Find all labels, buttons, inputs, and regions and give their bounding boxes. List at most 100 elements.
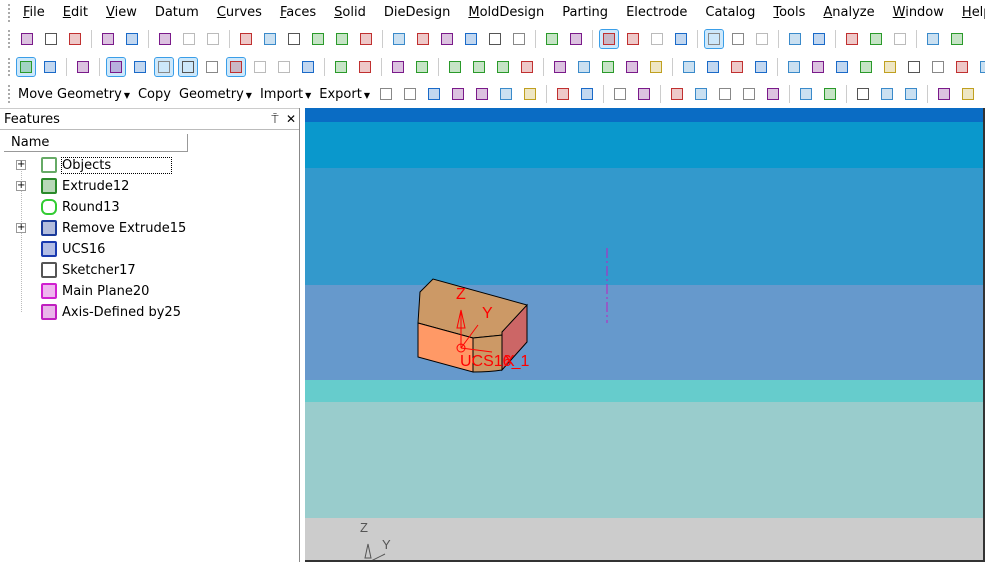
thicken-icon[interactable] xyxy=(878,85,896,103)
g2-icon[interactable] xyxy=(809,58,827,76)
undo-icon[interactable] xyxy=(99,30,117,48)
menu-molddesign[interactable]: MoldDesign xyxy=(459,1,553,25)
tree-item[interactable]: + Objects xyxy=(0,155,300,175)
filter-face-icon[interactable] xyxy=(106,57,126,77)
tree-item[interactable]: Main Plane20 xyxy=(0,281,300,301)
fill-icon[interactable] xyxy=(740,85,758,103)
zoom-in-icon[interactable] xyxy=(285,30,303,48)
menu-help[interactable]: Help xyxy=(953,1,985,25)
wire-purple-icon[interactable] xyxy=(414,30,432,48)
deselect-icon[interactable] xyxy=(41,58,59,76)
wire-icon[interactable] xyxy=(462,30,480,48)
draft-icon[interactable] xyxy=(521,85,539,103)
toolbar-grip[interactable] xyxy=(8,85,10,103)
mirror-icon[interactable] xyxy=(554,85,572,103)
wrap-icon[interactable] xyxy=(728,58,746,76)
save-icon[interactable] xyxy=(66,30,84,48)
zoom-icon[interactable] xyxy=(309,30,327,48)
import-menu[interactable]: Import ▼ xyxy=(260,87,311,102)
view-gray-icon[interactable] xyxy=(891,30,909,48)
open-folder-icon[interactable] xyxy=(42,30,60,48)
project-icon[interactable] xyxy=(680,58,698,76)
dimension-icon[interactable] xyxy=(867,30,885,48)
paint-icon[interactable] xyxy=(948,30,966,48)
light-active-icon[interactable] xyxy=(704,29,724,49)
expand-toggle[interactable]: + xyxy=(16,181,26,191)
rotate-icon[interactable] xyxy=(357,30,375,48)
trim-icon[interactable] xyxy=(575,58,593,76)
bulb-yellow-icon[interactable] xyxy=(729,30,747,48)
split-face-icon[interactable] xyxy=(611,85,629,103)
redo-icon[interactable] xyxy=(123,30,141,48)
tree-item[interactable]: + Remove Extrude15 xyxy=(0,218,300,238)
menu-catalog[interactable]: Catalog xyxy=(696,1,764,25)
loft-icon[interactable] xyxy=(401,85,419,103)
tree-item[interactable]: Sketcher17 xyxy=(0,260,300,280)
arrow-left-icon[interactable] xyxy=(786,30,804,48)
cylinder-icon[interactable] xyxy=(704,58,722,76)
zoom-window-icon[interactable] xyxy=(237,30,255,48)
menu-electrode[interactable]: Electrode xyxy=(617,1,696,25)
patch-icon[interactable] xyxy=(716,85,734,103)
menu-solid[interactable]: Solid xyxy=(325,1,375,25)
copy-button[interactable]: Copy xyxy=(138,87,171,102)
filter-curve-icon[interactable] xyxy=(178,57,198,77)
arrow-right-icon[interactable] xyxy=(810,30,828,48)
zoom-select-icon[interactable] xyxy=(261,30,279,48)
points-icon[interactable] xyxy=(843,30,861,48)
sweep-icon[interactable] xyxy=(377,85,395,103)
menu-datum[interactable]: Datum xyxy=(146,1,208,25)
geometry-menu[interactable]: Geometry ▼ xyxy=(179,87,252,102)
tree-item[interactable]: Axis-Defined by25 xyxy=(0,302,300,322)
filter-gray-2-icon[interactable] xyxy=(275,58,293,76)
menu-tools[interactable]: Tools xyxy=(764,1,814,25)
ruled-icon[interactable] xyxy=(449,85,467,103)
offset-surface-icon[interactable] xyxy=(764,85,782,103)
menu-curves[interactable]: Curves xyxy=(208,1,271,25)
wire-2-icon[interactable] xyxy=(486,30,504,48)
point-icon[interactable] xyxy=(446,58,464,76)
fillet-icon[interactable] xyxy=(551,58,569,76)
tree-item[interactable]: UCS16 xyxy=(0,239,300,259)
g9-icon[interactable] xyxy=(977,58,985,76)
cavity-icon[interactable] xyxy=(902,85,920,103)
extrude-add-2-icon[interactable] xyxy=(821,85,839,103)
select-box-icon[interactable] xyxy=(16,57,36,77)
extend-icon[interactable] xyxy=(599,58,617,76)
view-link-icon[interactable] xyxy=(156,30,174,48)
g4-icon[interactable] xyxy=(857,58,875,76)
column-header-name[interactable]: Name xyxy=(4,134,188,152)
tree-item[interactable]: Round13 xyxy=(0,197,300,217)
filter-surface-icon[interactable] xyxy=(154,57,174,77)
filter-edge-icon[interactable] xyxy=(131,58,149,76)
move-geometry-menu[interactable]: Move Geometry ▼ xyxy=(18,87,130,102)
box-edit-icon[interactable] xyxy=(692,85,710,103)
shell-icon[interactable] xyxy=(854,85,872,103)
profile-icon[interactable] xyxy=(413,58,431,76)
menu-analyze[interactable]: Analyze xyxy=(814,1,883,25)
round-icon[interactable] xyxy=(935,85,953,103)
g8-icon[interactable] xyxy=(953,58,971,76)
bulb-gray-icon[interactable] xyxy=(753,30,771,48)
mirror-2-icon[interactable] xyxy=(578,85,596,103)
surface-icon[interactable] xyxy=(425,85,443,103)
menu-parting[interactable]: Parting xyxy=(553,1,617,25)
sketch-icon[interactable] xyxy=(389,58,407,76)
filter-point-icon[interactable] xyxy=(203,58,221,76)
chamfer-icon[interactable] xyxy=(959,85,977,103)
split-face-2-icon[interactable] xyxy=(635,85,653,103)
copy-gray-icon[interactable] xyxy=(180,30,198,48)
line-icon[interactable] xyxy=(470,58,488,76)
menu-diedesign[interactable]: DieDesign xyxy=(375,1,460,25)
list-icon[interactable] xyxy=(299,58,317,76)
g7-icon[interactable] xyxy=(929,58,947,76)
export-menu[interactable]: Export ▼ xyxy=(319,87,370,102)
box-green-icon[interactable] xyxy=(624,30,642,48)
g5-icon[interactable] xyxy=(881,58,899,76)
box-select-icon[interactable] xyxy=(672,30,690,48)
solid-purple-icon[interactable] xyxy=(438,30,456,48)
pan-icon[interactable] xyxy=(333,30,351,48)
g1-icon[interactable] xyxy=(785,58,803,76)
box-dots-icon[interactable] xyxy=(668,85,686,103)
wire-3-icon[interactable] xyxy=(510,30,528,48)
